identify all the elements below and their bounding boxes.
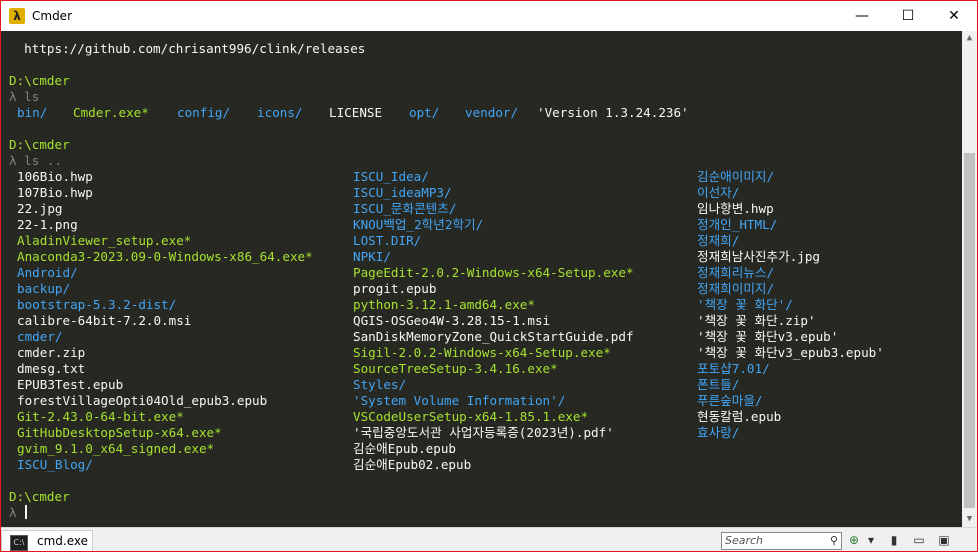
file-entry: 107Bio.hwp xyxy=(17,185,93,200)
file-entry: forestVillageOpti04Old_epub3.epub xyxy=(17,393,268,408)
command-line: λ ls .. xyxy=(9,153,63,168)
text-cursor xyxy=(25,505,28,519)
file-entry: Android/ xyxy=(17,265,78,280)
file-entry: progit.epub xyxy=(353,281,437,296)
file-entry: '책장 꽃 화단v3.epub' xyxy=(697,329,839,344)
search-icon[interactable]: ⚲ xyxy=(830,533,838,549)
ls-entry: Cmder.exe* xyxy=(73,105,149,120)
tab-cmd[interactable]: C:\ cmd.exe xyxy=(1,530,93,551)
file-entry: cmder.zip xyxy=(17,345,86,360)
terminal-output[interactable]: https://github.com/chrisant996/clink/rel… xyxy=(1,31,961,527)
file-entry: 106Bio.hwp xyxy=(17,169,93,184)
file-entry: Sigil-2.0.2-Windows-x64-Setup.exe* xyxy=(353,345,611,360)
file-entry: 폰트들/ xyxy=(697,377,740,392)
file-entry: '책장 꽃 화단.zip' xyxy=(697,313,816,328)
settings-menu-icon[interactable]: ▣ xyxy=(936,532,952,548)
file-entry: dmesg.txt xyxy=(17,361,86,376)
file-entry: 'System Volume Information'/ xyxy=(353,393,566,408)
title-bar: λ Cmder — ☐ ✕ xyxy=(1,1,977,31)
vertical-scrollbar[interactable]: ▲ ▼ xyxy=(962,31,977,527)
ls-entry: bin/ xyxy=(17,105,48,120)
prompt-path: D:\cmder xyxy=(9,137,70,152)
status-bar: C:\ cmd.exe Search ⚲ ⊕ ▾ ▮ ▭ ▣ xyxy=(1,527,977,551)
clink-url-line: https://github.com/chrisant996/clink/rel… xyxy=(9,41,366,56)
file-entry: ISCU_Blog/ xyxy=(17,457,93,472)
file-entry: python-3.12.1-amd64.exe* xyxy=(353,297,535,312)
console-icon: C:\ xyxy=(10,535,28,551)
file-entry: 22.jpg xyxy=(17,201,63,216)
file-entry: ISCU_문화콘텐츠/ xyxy=(353,201,457,216)
file-entry: calibre-64bit-7.2.0.msi xyxy=(17,313,192,328)
window-title: Cmder xyxy=(32,9,73,23)
file-entry: 현동칼럼.epub xyxy=(697,409,782,424)
dropdown-icon[interactable]: ▾ xyxy=(863,532,879,548)
scroll-up-icon[interactable]: ▲ xyxy=(962,31,977,46)
scroll-down-icon[interactable]: ▼ xyxy=(962,512,977,527)
file-entry: gvim_9.1.0_x64_signed.exe* xyxy=(17,441,215,456)
ls-entry: config/ xyxy=(177,105,231,120)
file-entry: GitHubDesktopSetup-x64.exe* xyxy=(17,425,222,440)
file-entry: '책장 꽃 화단'/ xyxy=(697,297,793,312)
split-icon[interactable]: ▮ xyxy=(886,532,902,548)
file-entry: AladinViewer_setup.exe* xyxy=(17,233,192,248)
maximize-button[interactable]: ☐ xyxy=(885,1,931,31)
file-entry: KNOU백업_2학년2학기/ xyxy=(353,217,484,232)
ls-entry: opt/ xyxy=(409,105,440,120)
lambda-glyph: λ xyxy=(9,505,25,520)
file-entry: 김순애이미지/ xyxy=(697,169,775,184)
search-input[interactable]: Search ⚲ xyxy=(721,532,842,550)
command-line: λ ls xyxy=(9,89,40,104)
file-entry: bootstrap-5.3.2-dist/ xyxy=(17,297,177,312)
file-entry: SourceTreeSetup-3.4.16.exe* xyxy=(353,361,558,376)
file-entry: 정재희리뉴스/ xyxy=(697,265,775,280)
ls-entry: 'Version 1.3.24.236' xyxy=(537,105,689,120)
ls-entry: LICENSE xyxy=(329,105,383,120)
file-entry: VSCodeUserSetup-x64-1.85.1.exe* xyxy=(353,409,589,424)
file-entry: 이선자/ xyxy=(697,185,740,200)
ls-entry: icons/ xyxy=(257,105,303,120)
lambda-app-icon: λ xyxy=(9,8,25,24)
file-entry: 정재희/ xyxy=(697,233,740,248)
file-entry: 김순애Epub.epub xyxy=(353,441,456,456)
file-entry: '책장 꽃 화단v3_epub3.epub' xyxy=(697,345,884,360)
file-entry: 푸른숲마을/ xyxy=(697,393,763,408)
file-entry: 정재희이미지/ xyxy=(697,281,775,296)
file-entry: LOST.DIR/ xyxy=(353,233,422,248)
ls-entry: vendor/ xyxy=(465,105,519,120)
file-entry: QGIS-OSGeo4W-3.28.15-1.msi xyxy=(353,313,551,328)
file-entry: Anaconda3-2023.09-0-Windows-x86_64.exe* xyxy=(17,249,313,264)
file-entry: 임나항변.hwp xyxy=(697,201,774,216)
prompt-path: D:\cmder xyxy=(9,73,70,88)
file-entry: cmder/ xyxy=(17,329,63,344)
search-placeholder: Search xyxy=(725,534,764,547)
close-button[interactable]: ✕ xyxy=(931,1,977,31)
file-entry: 정재희남사진추가.jpg xyxy=(697,249,821,264)
file-entry: 정개인_HTML/ xyxy=(697,217,778,232)
file-entry: EPUB3Test.epub xyxy=(17,377,124,392)
file-entry: Styles/ xyxy=(353,377,407,392)
file-entry: 김순애Epub02.epub xyxy=(353,457,472,472)
add-tab-icon[interactable]: ⊕ xyxy=(846,532,862,548)
file-entry: SanDiskMemoryZone_QuickStartGuide.pdf xyxy=(353,329,634,344)
tab-label: cmd.exe xyxy=(37,534,89,548)
file-entry: PageEdit-2.0.2-Windows-x64-Setup.exe* xyxy=(353,265,634,280)
file-entry: 효사랑/ xyxy=(697,425,740,440)
scrollbar-thumb[interactable] xyxy=(964,153,975,508)
file-entry: '국립중앙도서관 사업자등록증(2023년).pdf' xyxy=(353,425,614,440)
file-entry: backup/ xyxy=(17,281,71,296)
file-entry: ISCU_Idea/ xyxy=(353,169,429,184)
file-entry: 22-1.png xyxy=(17,217,78,232)
cmder-window: λ Cmder — ☐ ✕ https://github.com/chrisan… xyxy=(0,0,978,552)
file-entry: 포토샵7.01/ xyxy=(697,361,770,376)
file-entry: ISCU_ideaMP3/ xyxy=(353,185,452,200)
file-entry: Git-2.43.0-64-bit.exe* xyxy=(17,409,184,424)
file-entry: NPKI/ xyxy=(353,249,391,264)
window-layout-icon[interactable]: ▭ xyxy=(911,532,927,548)
prompt-path: D:\cmder xyxy=(9,489,70,504)
input-prompt[interactable]: λ xyxy=(9,505,28,521)
minimize-button[interactable]: — xyxy=(839,1,885,31)
